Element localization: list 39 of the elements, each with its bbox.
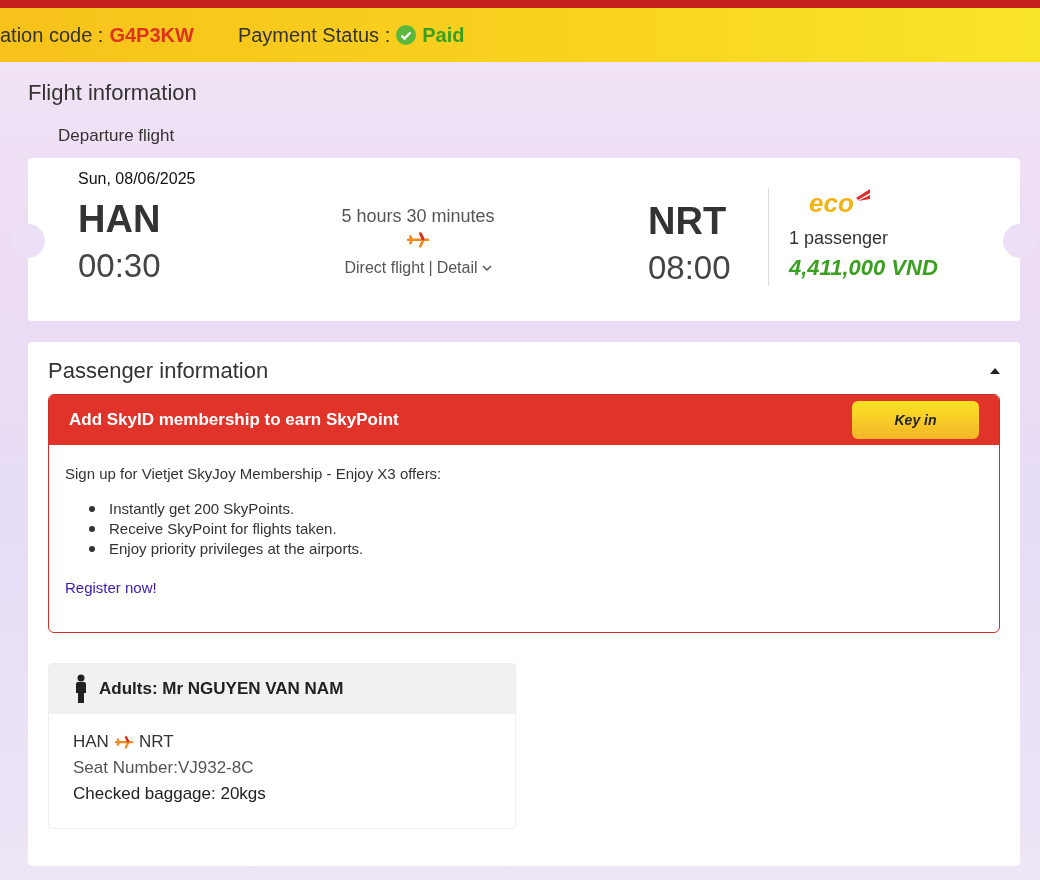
section-title: Flight information: [28, 80, 198, 106]
separator: |: [428, 258, 433, 277]
departure-time: 00:30: [78, 247, 162, 285]
membership-title: Add SkyID membership to earn SkyPoint: [69, 410, 399, 430]
reservation-code: G4P3KW: [109, 23, 194, 47]
register-link[interactable]: Register now!: [65, 579, 157, 596]
bullet-icon: [89, 545, 95, 552]
flight-direction-label: Departure flight: [58, 126, 176, 146]
passenger-name: Adults: Mr NGUYEN VAN NAM: [99, 679, 344, 699]
detail-link[interactable]: Detail: [436, 258, 492, 277]
payment-status: Paid: [422, 23, 465, 47]
reservation-code-label: ation code :: [0, 23, 104, 47]
flight-date: Sun, 08/06/2025: [78, 170, 197, 188]
total-price: 4,411,000 VND: [789, 255, 938, 281]
departure-airport: HAN: [78, 198, 162, 241]
benefit-text: Instantly get 200 SkyPoints.: [109, 500, 295, 517]
route-destination: NRT: [138, 732, 174, 752]
arrival-airport: NRT: [648, 200, 728, 243]
bullet-icon: [89, 525, 95, 532]
payment-status-label: Payment Status :: [237, 23, 391, 47]
membership-intro: Sign up for Vietjet SkyJoy Membership - Enjoy X3 offers:: [65, 465, 443, 482]
fare-class-logo: eco: [809, 188, 854, 219]
caret-up-icon[interactable]: [990, 368, 1000, 374]
benefit-text: Receive SkyPoint for flights taken.: [109, 520, 337, 537]
arrival-time: 08:00: [648, 249, 732, 287]
route-origin: HAN: [73, 732, 109, 752]
panel-title: Passenger information: [48, 358, 269, 384]
seat-number: Seat Number:VJ932-8C: [73, 758, 255, 778]
checked-baggage: Checked baggage: 20kgs: [73, 784, 267, 804]
airplane-icon: [407, 231, 429, 249]
key-in-button[interactable]: Key in: [852, 401, 979, 439]
passenger-count: 1 passenger: [789, 228, 890, 249]
chevron-down-icon: [481, 263, 492, 272]
flight-type: Direct flight: [344, 258, 425, 277]
flight-duration: 5 hours 30 minutes: [341, 206, 495, 227]
airplane-icon: [114, 734, 133, 750]
person-icon: [75, 674, 87, 704]
bullet-icon: [89, 505, 95, 512]
benefit-text: Enjoy priority privileges at the airports.: [109, 540, 364, 557]
